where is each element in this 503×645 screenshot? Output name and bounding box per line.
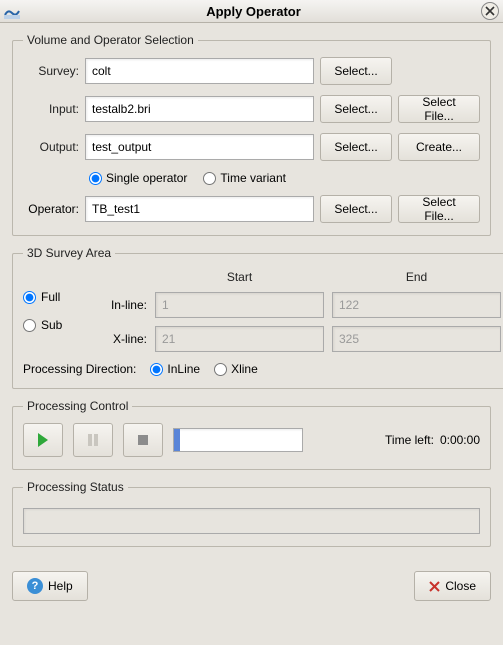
operator-select-file-button[interactable]: Select File... [398, 195, 480, 223]
timeleft-value: 0:00:00 [440, 433, 480, 447]
xline-start-input [155, 326, 324, 352]
timeleft-label: Time left: [385, 433, 434, 447]
output-input[interactable] [85, 134, 314, 160]
close-icon[interactable] [481, 2, 499, 20]
operator-input[interactable] [85, 196, 314, 222]
input-select-file-button[interactable]: Select File... [398, 95, 480, 123]
stop-icon [137, 434, 149, 446]
titlebar: Apply Operator [0, 0, 503, 23]
xline-end-input [332, 326, 501, 352]
help-button[interactable]: ? Help [12, 571, 88, 601]
inline-label: In-line: [99, 298, 147, 312]
operator-label: Operator: [23, 202, 79, 216]
input-input[interactable] [85, 96, 314, 122]
proc-dir-label: Processing Direction: [23, 362, 136, 376]
output-select-button[interactable]: Select... [320, 133, 392, 161]
processing-status-section: Processing Status [12, 480, 491, 547]
single-operator-radio[interactable]: Single operator [89, 171, 187, 185]
play-button[interactable] [23, 423, 63, 457]
sub-radio[interactable]: Sub [23, 318, 91, 332]
window-title: Apply Operator [26, 4, 481, 19]
close-button[interactable]: Close [414, 571, 491, 601]
start-header: Start [155, 270, 324, 284]
processing-control-section: Processing Control Time left: 0:00:00 [12, 399, 491, 470]
output-create-button[interactable]: Create... [398, 133, 480, 161]
operator-mode-radios: Single operator Time variant [89, 171, 480, 185]
xline-label: X-line: [99, 332, 147, 346]
vos-legend: Volume and Operator Selection [23, 33, 198, 47]
survey-area-section: 3D Survey Area Full Sub Start End Inc In… [12, 246, 503, 389]
stop-button[interactable] [123, 423, 163, 457]
input-label: Input: [23, 102, 79, 116]
play-icon [36, 432, 50, 448]
pc-legend: Processing Control [23, 399, 132, 413]
app-icon [4, 3, 20, 19]
pause-button[interactable] [73, 423, 113, 457]
inline-end-input [332, 292, 501, 318]
end-header: End [332, 270, 501, 284]
operator-select-button[interactable]: Select... [320, 195, 392, 223]
pause-icon [86, 433, 100, 447]
status-box [23, 508, 480, 534]
volume-operator-section: Volume and Operator Selection Survey: Se… [12, 33, 491, 236]
inline-start-input [155, 292, 324, 318]
survey-select-button[interactable]: Select... [320, 57, 392, 85]
survey-input[interactable] [85, 58, 314, 84]
output-label: Output: [23, 140, 79, 154]
xline-dir-radio[interactable]: Xline [214, 362, 258, 376]
inline-dir-radio[interactable]: InLine [150, 362, 200, 376]
full-radio[interactable]: Full [23, 290, 91, 304]
area-legend: 3D Survey Area [23, 246, 115, 260]
close-x-icon [429, 581, 440, 592]
progress-bar [173, 428, 303, 452]
ps-legend: Processing Status [23, 480, 128, 494]
progress-fill [174, 429, 180, 451]
help-icon: ? [27, 578, 43, 594]
input-select-button[interactable]: Select... [320, 95, 392, 123]
survey-label: Survey: [23, 64, 79, 78]
time-variant-radio[interactable]: Time variant [203, 171, 286, 185]
